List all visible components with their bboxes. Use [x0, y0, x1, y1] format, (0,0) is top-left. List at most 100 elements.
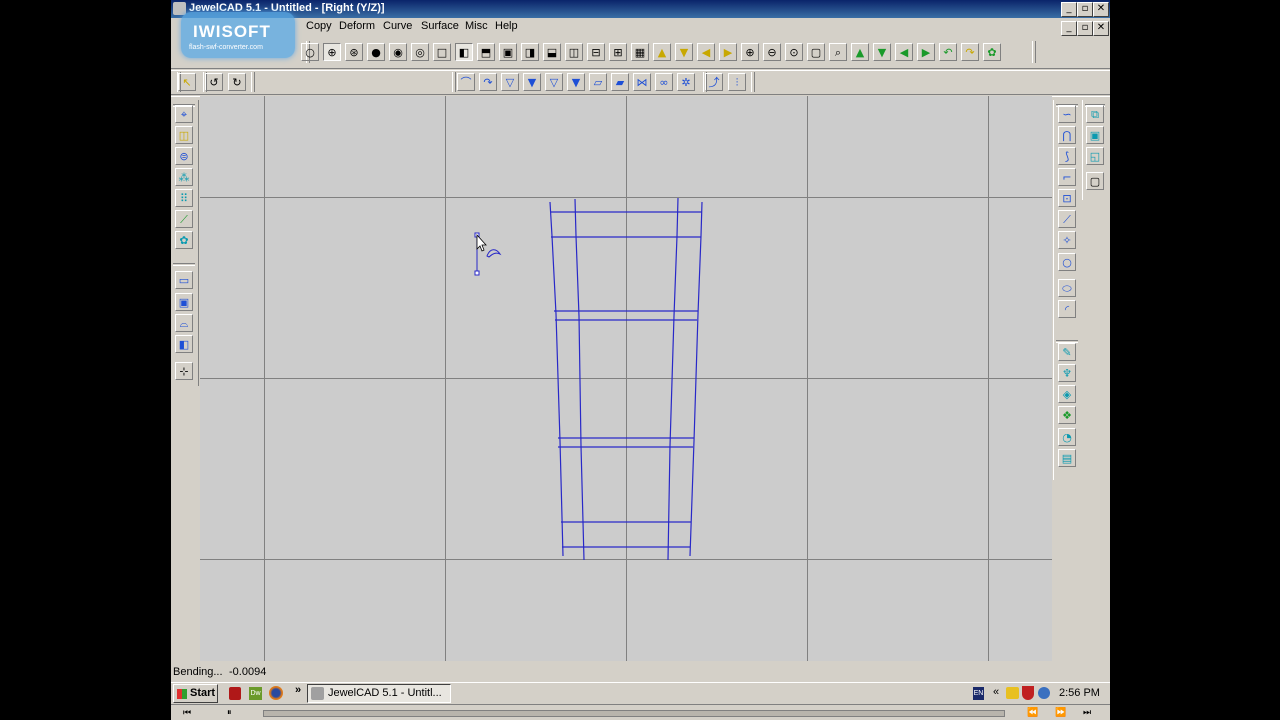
- view-disabled-icon[interactable]: ▢: [1086, 172, 1104, 190]
- redo-icon[interactable]: ↻: [228, 73, 246, 91]
- quicklaunch-dreamweaver-icon[interactable]: Dw: [249, 687, 262, 700]
- add-point-icon[interactable]: ⊹: [175, 362, 193, 380]
- tray-network-icon[interactable]: [1038, 687, 1050, 699]
- loft-icon[interactable]: ◈: [1058, 385, 1076, 403]
- player-prev-icon[interactable]: ⏮: [183, 707, 191, 718]
- array-icon[interactable]: ⠿: [175, 189, 193, 207]
- select-points-icon[interactable]: ⌖: [175, 105, 193, 123]
- move-points-icon[interactable]: ⁂: [175, 168, 193, 186]
- snap-curve-icon[interactable]: ⤴: [705, 73, 723, 91]
- undo-icon[interactable]: ↺: [205, 73, 223, 91]
- start-button[interactable]: Start: [173, 684, 218, 703]
- sweep-icon[interactable]: ❖: [1058, 406, 1076, 424]
- player-progress[interactable]: [263, 710, 1005, 717]
- wave-icon[interactable]: ∞: [655, 73, 673, 91]
- rotate-right-icon[interactable]: ↷: [961, 43, 979, 61]
- menu-surface[interactable]: Surface: [421, 20, 459, 32]
- skew-filled-icon[interactable]: ▰: [611, 73, 629, 91]
- minimize-button[interactable]: _: [1061, 2, 1077, 17]
- bend-curve-icon[interactable]: ⌒: [457, 73, 475, 91]
- arc-icon[interactable]: ◜: [1058, 300, 1076, 318]
- sphere-icon[interactable]: ◔: [1058, 428, 1076, 446]
- circle-dot-icon[interactable]: ◉: [389, 43, 407, 61]
- zoom-box-icon[interactable]: ▢: [807, 43, 825, 61]
- square-vsplit-icon[interactable]: ◫: [565, 43, 583, 61]
- arch-select-icon[interactable]: ⌓: [175, 314, 193, 332]
- polyline-icon[interactable]: ⌐: [1058, 168, 1076, 186]
- square-top-icon[interactable]: ⬒: [477, 43, 495, 61]
- mirror-icon[interactable]: ◫: [175, 126, 193, 144]
- align-icon[interactable]: ⟋: [175, 210, 193, 228]
- box-curve-icon[interactable]: ⊡: [1058, 189, 1076, 207]
- menu-misc[interactable]: Misc: [465, 20, 488, 32]
- zoom-out-icon[interactable]: ⊖: [763, 43, 781, 61]
- revolve-icon[interactable]: ♆: [1058, 364, 1076, 382]
- circle-arrow-icon[interactable]: ◎: [411, 43, 429, 61]
- triangle-left-icon[interactable]: ◀: [697, 43, 715, 61]
- menu-deform[interactable]: Deform: [339, 20, 375, 32]
- triangle-down-icon[interactable]: ▼: [675, 43, 693, 61]
- twist-curve-icon[interactable]: ↷: [479, 73, 497, 91]
- taper-alt-icon[interactable]: ▽: [545, 73, 563, 91]
- view-copy-icon[interactable]: ⧉: [1086, 105, 1104, 123]
- taper-down-filled-icon[interactable]: ▼: [523, 73, 541, 91]
- square-grid-icon[interactable]: ⊞: [609, 43, 627, 61]
- free-curve-icon[interactable]: ∽: [1058, 105, 1076, 123]
- view-corner-icon[interactable]: ◱: [1086, 147, 1104, 165]
- bulge-icon[interactable]: ⋈: [633, 73, 651, 91]
- tray-expand[interactable]: «: [993, 686, 999, 698]
- zoom-fit-icon[interactable]: ⌕: [829, 43, 847, 61]
- box-select-icon[interactable]: ▣: [175, 293, 193, 311]
- circle-outline-icon[interactable]: ○: [301, 43, 319, 61]
- skew-icon[interactable]: ▱: [589, 73, 607, 91]
- view-single-icon[interactable]: ▣: [1086, 126, 1104, 144]
- window-select-icon[interactable]: ▭: [175, 271, 193, 289]
- mdi-minimize-button[interactable]: _: [1061, 21, 1077, 36]
- select-arrow-icon[interactable]: ↖: [178, 73, 196, 91]
- spline-curve-icon[interactable]: ⟆: [1058, 147, 1076, 165]
- player-back-icon[interactable]: ⏪: [1027, 707, 1038, 718]
- square-icon[interactable]: □: [433, 43, 451, 61]
- crosshair-circle-icon[interactable]: ⊕: [323, 43, 341, 61]
- zoom-in-icon[interactable]: ⊕: [741, 43, 759, 61]
- tray-shield-icon[interactable]: [1022, 686, 1034, 700]
- rotate-left-icon[interactable]: ↶: [939, 43, 957, 61]
- crosshair-filled-icon[interactable]: ⊛: [345, 43, 363, 61]
- mdi-restore-button[interactable]: ▫: [1077, 21, 1093, 36]
- tube-icon[interactable]: ▤: [1058, 449, 1076, 467]
- player-pause-icon[interactable]: ⏸: [227, 707, 232, 718]
- player-end-icon[interactable]: ⏭: [1083, 707, 1091, 718]
- extrude-icon[interactable]: ✎: [1058, 343, 1076, 361]
- triangle-up-icon[interactable]: ▲: [653, 43, 671, 61]
- arrow-left-green-icon[interactable]: ◀: [895, 43, 913, 61]
- star-curve-icon[interactable]: ✧: [1058, 231, 1076, 249]
- scramble-icon[interactable]: ✲: [677, 73, 695, 91]
- circle-curve-icon[interactable]: ○: [1058, 253, 1076, 271]
- scale-icon[interactable]: ⊜: [175, 147, 193, 165]
- quicklaunch-firefox-icon[interactable]: [269, 686, 283, 700]
- mdi-close-button[interactable]: ✕: [1093, 21, 1109, 36]
- task-jewelcad[interactable]: JewelCAD 5.1 - Untitl...: [307, 684, 451, 703]
- menu-curve[interactable]: Curve: [383, 20, 412, 32]
- arrow-down-green-icon[interactable]: ▼: [873, 43, 891, 61]
- distribute-icon[interactable]: ✿: [175, 231, 193, 249]
- layer-icon[interactable]: ◧: [175, 335, 193, 353]
- ellipse-icon[interactable]: ⬭: [1058, 279, 1076, 297]
- render-icon[interactable]: ✿: [983, 43, 1001, 61]
- taper-down-icon[interactable]: ▽: [501, 73, 519, 91]
- close-button[interactable]: ✕: [1093, 2, 1109, 17]
- line-curve-icon[interactable]: ⟋: [1058, 210, 1076, 228]
- square-left-icon[interactable]: ◧: [455, 43, 473, 61]
- maximize-button[interactable]: ▫: [1077, 2, 1093, 17]
- square-bottom-icon[interactable]: ⬓: [543, 43, 561, 61]
- zoom-window-icon[interactable]: ⊙: [785, 43, 803, 61]
- points-icon[interactable]: ⫶: [728, 73, 746, 91]
- menu-help[interactable]: Help: [495, 20, 518, 32]
- arrow-up-green-icon[interactable]: ▲: [851, 43, 869, 61]
- square-multi-icon[interactable]: ▦: [631, 43, 649, 61]
- triangle-right-icon[interactable]: ▶: [719, 43, 737, 61]
- viewport-right[interactable]: [200, 96, 1052, 661]
- player-forward-icon[interactable]: ⏩: [1055, 707, 1066, 718]
- filled-circle-icon[interactable]: ●: [367, 43, 385, 61]
- square-thick-icon[interactable]: ▣: [499, 43, 517, 61]
